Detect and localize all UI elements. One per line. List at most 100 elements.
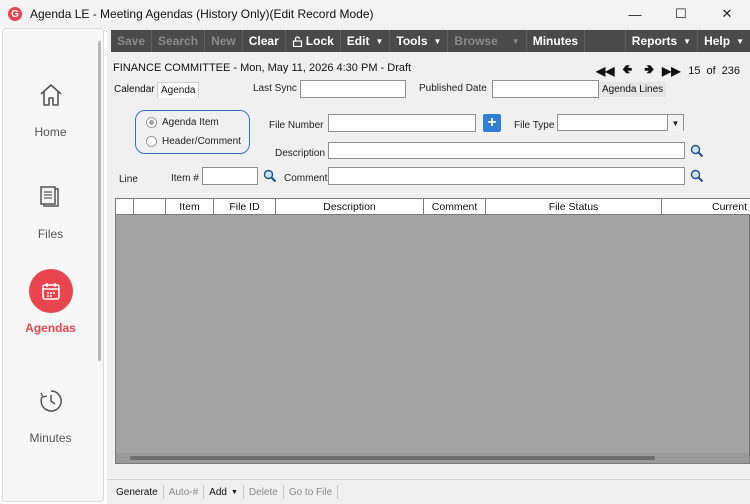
- sidebar-item-label: Agendas: [25, 321, 76, 335]
- tabs-row: Calendar Agenda Agenda Lines Last Sync P…: [111, 80, 750, 98]
- file-type-label: File Type: [514, 120, 555, 131]
- help-menu[interactable]: Help ▼: [698, 30, 750, 52]
- window-controls: — ☐ ✕: [612, 0, 750, 28]
- clock-icon: [29, 379, 73, 423]
- record-position: 15: [688, 64, 701, 77]
- table-header: Item File ID Description Comment File St…: [116, 199, 750, 215]
- comment-label: Comment: [284, 173, 328, 184]
- home-icon: [29, 73, 73, 117]
- new-button[interactable]: New: [205, 30, 243, 52]
- sidebar-item-label: Minutes: [29, 431, 72, 445]
- chevron-down-icon[interactable]: ▼: [667, 115, 683, 131]
- published-date-label: Published Date: [419, 83, 487, 94]
- file-type-select[interactable]: ▼: [557, 114, 684, 131]
- sidebar-item-files[interactable]: Files: [3, 175, 98, 241]
- clear-button[interactable]: Clear: [243, 30, 286, 52]
- column-header-description[interactable]: Description: [276, 199, 424, 215]
- item-number-label: Item #: [171, 173, 199, 184]
- item-type-group: Agenda Item Header/Comment: [135, 110, 250, 154]
- files-icon: [29, 175, 73, 219]
- table-horizontal-scrollbar[interactable]: [116, 453, 749, 463]
- record-of-label: of: [706, 64, 716, 77]
- minutes-button[interactable]: Minutes: [527, 30, 586, 52]
- sidebar-item-home[interactable]: Home: [3, 73, 98, 139]
- description-label: Description: [275, 148, 326, 159]
- tools-label: Tools: [396, 34, 428, 48]
- column-header-item[interactable]: Item: [166, 199, 214, 215]
- edit-menu[interactable]: Edit ▼: [341, 30, 391, 52]
- save-button[interactable]: Save: [111, 30, 153, 52]
- column-header-file-status[interactable]: File Status: [486, 199, 662, 215]
- add-file-icon[interactable]: +: [483, 114, 501, 132]
- chevron-down-icon: ▼: [736, 36, 744, 46]
- comment-field[interactable]: [328, 167, 685, 185]
- bottom-action-bar: Generate Auto-# Add ▼ Delete Go to File: [107, 479, 750, 504]
- maximize-button[interactable]: ☐: [658, 0, 704, 28]
- auto-number-button[interactable]: Auto-#: [164, 485, 205, 499]
- agenda-lines-table[interactable]: Item File ID Description Comment File St…: [115, 198, 750, 464]
- published-date-field[interactable]: [492, 80, 599, 98]
- item-number-field[interactable]: [202, 167, 258, 185]
- lock-icon: [292, 35, 302, 47]
- chevron-down-icon: ▼: [433, 36, 442, 46]
- search-icon[interactable]: [690, 169, 704, 183]
- column-header[interactable]: [116, 199, 134, 215]
- search-icon[interactable]: [690, 144, 704, 158]
- close-button[interactable]: ✕: [704, 0, 750, 28]
- reports-menu[interactable]: Reports ▼: [624, 30, 699, 52]
- radio-header-comment[interactable]: Header/Comment: [146, 136, 241, 147]
- radio-agenda-item-label: Agenda Item: [162, 117, 219, 128]
- sidebar-item-agendas[interactable]: Agendas: [3, 269, 98, 335]
- column-header-file-id[interactable]: File ID: [214, 199, 276, 215]
- generate-button[interactable]: Generate: [111, 485, 164, 499]
- column-header-comment[interactable]: Comment: [424, 199, 486, 215]
- sidebar-item-label: Files: [37, 227, 64, 241]
- last-sync-field[interactable]: [300, 80, 406, 98]
- lock-label: Lock: [305, 34, 334, 48]
- description-field[interactable]: [328, 142, 685, 159]
- sidebar-scrollbar[interactable]: [98, 41, 101, 361]
- tools-menu[interactable]: Tools ▼: [390, 30, 449, 52]
- help-label: Help: [704, 34, 731, 48]
- go-to-file-button[interactable]: Go to File: [284, 485, 339, 499]
- record-total: 236: [721, 64, 740, 77]
- last-record-icon[interactable]: ▶▶: [660, 64, 682, 78]
- tab-calendar[interactable]: Calendar: [111, 82, 158, 97]
- reports-label: Reports: [631, 34, 678, 48]
- first-record-icon[interactable]: ◀◀: [594, 64, 616, 78]
- browse-label: Browse: [454, 34, 498, 48]
- record-navigator: ◀◀ 🢀 🢂 ▶▶ 15 of 236: [594, 60, 740, 81]
- add-menu[interactable]: Add ▼: [204, 485, 244, 499]
- window-title: Agenda LE - Meeting Agendas (History Onl…: [30, 7, 374, 21]
- scrollbar-thumb[interactable]: [130, 456, 655, 460]
- search-icon[interactable]: [263, 169, 277, 183]
- edit-label: Edit: [346, 34, 370, 48]
- column-header-current[interactable]: Current: [662, 199, 750, 215]
- chevron-down-icon: ▼: [230, 488, 238, 496]
- tab-agenda-lines[interactable]: Agenda Lines: [599, 82, 667, 97]
- radio-unselected-icon: [146, 136, 157, 147]
- chevron-down-icon: ▼: [511, 36, 520, 46]
- line-label: Line: [119, 174, 138, 185]
- last-sync-label: Last Sync: [253, 83, 297, 94]
- search-button[interactable]: Search: [152, 30, 206, 52]
- next-record-icon[interactable]: 🢂: [638, 60, 660, 81]
- title-bar: G Agenda LE - Meeting Agendas (History O…: [0, 0, 750, 28]
- prev-record-icon[interactable]: 🢀: [616, 60, 638, 81]
- delete-button[interactable]: Delete: [244, 485, 284, 499]
- file-number-field[interactable]: [328, 114, 476, 132]
- minimize-button[interactable]: —: [612, 0, 658, 28]
- column-header[interactable]: [134, 199, 166, 215]
- tab-agenda[interactable]: Agenda: [157, 82, 200, 98]
- toolbar-right: Reports ▼ Help ▼: [624, 30, 750, 52]
- browse-menu[interactable]: Browse ▼: [448, 30, 527, 52]
- lock-button[interactable]: Lock: [286, 30, 341, 52]
- main-panel: Save Search New Clear Lock Edit ▼ Tools ▼ …: [107, 28, 750, 504]
- chevron-down-icon: ▼: [683, 36, 692, 46]
- sidebar-item-minutes[interactable]: Minutes: [3, 379, 98, 445]
- chevron-down-icon: ▼: [375, 36, 384, 46]
- record-title: FINANCE COMMITTEE - Mon, May 11, 2026 4:…: [113, 62, 412, 74]
- radio-selected-icon: [146, 117, 157, 128]
- radio-agenda-item[interactable]: Agenda Item: [146, 117, 219, 128]
- toolbar: Save Search New Clear Lock Edit ▼ Tools ▼ …: [111, 30, 750, 52]
